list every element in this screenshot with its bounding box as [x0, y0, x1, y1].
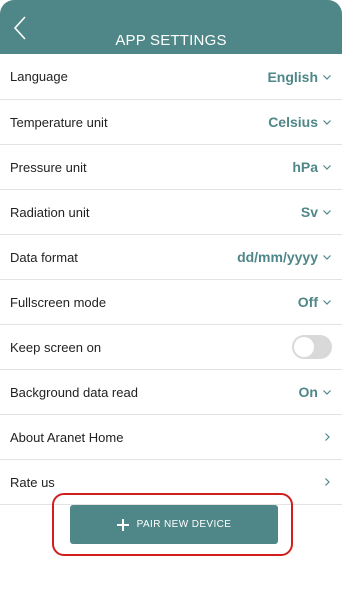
setting-value[interactable]: Sv [301, 204, 332, 220]
setting-radiation-unit[interactable]: Radiation unit Sv [0, 190, 342, 235]
setting-data-format[interactable]: Data format dd/mm/yyyy [0, 235, 342, 280]
setting-value[interactable]: On [299, 384, 332, 400]
setting-label: Background data read [10, 384, 138, 400]
chevron-down-icon [323, 165, 331, 170]
page-title: APP SETTINGS [115, 32, 227, 49]
setting-value[interactable]: hPa [292, 159, 332, 175]
setting-label: Radiation unit [10, 204, 90, 220]
setting-keep-screen-on: Keep screen on [0, 325, 342, 370]
setting-pressure-unit[interactable]: Pressure unit hPa [0, 145, 342, 190]
chevron-down-icon [323, 255, 331, 260]
setting-temperature-unit[interactable]: Temperature unit Celsius [0, 100, 342, 145]
setting-fullscreen-mode[interactable]: Fullscreen mode Off [0, 280, 342, 325]
app-header: APP SETTINGS [0, 0, 342, 54]
setting-label: Temperature unit [10, 114, 108, 130]
setting-label: Pressure unit [10, 159, 87, 175]
setting-value[interactable]: Celsius [268, 114, 332, 130]
setting-value[interactable]: dd/mm/yyyy [237, 249, 332, 265]
keep-screen-on-toggle[interactable] [292, 335, 332, 359]
chevron-down-icon [323, 120, 331, 125]
pair-button-label: PAIR NEW DEVICE [136, 519, 232, 530]
setting-label: Keep screen on [10, 339, 102, 355]
setting-label: About Aranet Home [10, 429, 124, 445]
chevron-down-icon [323, 74, 331, 80]
chevron-right-icon [325, 433, 330, 441]
settings-list: Language English Temperature unit Celsiu… [0, 54, 342, 505]
chevron-down-icon [323, 390, 331, 395]
setting-value[interactable]: English [267, 69, 332, 85]
chevron-right-icon [325, 478, 330, 486]
setting-language[interactable]: Language English [0, 54, 342, 100]
plus-icon [116, 518, 129, 531]
pair-new-device-button[interactable]: PAIR NEW DEVICE [70, 505, 278, 544]
toggle-knob [294, 337, 314, 357]
setting-background-data-read[interactable]: Background data read On [0, 370, 342, 415]
chevron-down-icon [323, 210, 331, 215]
setting-label: Fullscreen mode [10, 294, 107, 310]
setting-about-aranet-home[interactable]: About Aranet Home [0, 415, 342, 460]
chevron-down-icon [323, 300, 331, 305]
setting-value[interactable]: Off [298, 294, 332, 310]
setting-label: Data format [10, 249, 78, 265]
setting-label: Language [10, 69, 68, 84]
setting-label: Rate us [10, 474, 55, 490]
